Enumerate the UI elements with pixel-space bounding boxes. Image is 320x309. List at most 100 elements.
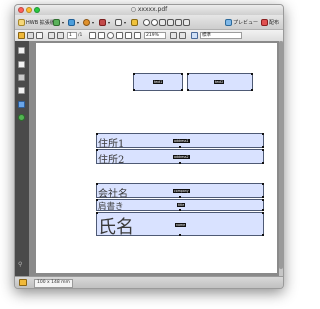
vertical-scrollbar[interactable]: [279, 41, 283, 276]
left-sidebar: ⚲: [15, 41, 29, 276]
resize-handle[interactable]: [96, 199, 98, 201]
form-field-company[interactable]: 会社名 company: [96, 183, 264, 200]
resize-handle[interactable]: [96, 183, 98, 185]
resize-handle[interactable]: [179, 162, 181, 164]
fit-page-icon[interactable]: [159, 19, 166, 26]
resize-handle[interactable]: [262, 183, 264, 185]
open-folder-icon[interactable]: [18, 32, 25, 39]
chevron-down-icon: ▾: [108, 20, 111, 25]
resize-handle[interactable]: [262, 212, 264, 214]
resize-handle[interactable]: [133, 89, 135, 91]
ruler-icon[interactable]: [125, 32, 132, 39]
field-name-tag: company: [173, 189, 190, 193]
grid-icon[interactable]: [175, 19, 182, 26]
scrollbar-thumb[interactable]: [279, 41, 283, 269]
zoom-out-icon[interactable]: [151, 19, 158, 26]
zoom-tools: [143, 18, 190, 27]
form-field-text2[interactable]: text2: [187, 73, 253, 91]
field-label: 肩書き: [98, 202, 124, 212]
field-label: 会社名: [98, 189, 128, 200]
resize-handle[interactable]: [133, 73, 135, 75]
page-size-readout: 100 x 148 mm: [34, 279, 73, 288]
print-icon[interactable]: [36, 32, 43, 39]
preview-label: プレビュー: [233, 20, 259, 26]
tool-mode-button[interactable]: HWB 拡張版: [18, 18, 55, 27]
stamp-tool-button[interactable]: [131, 18, 138, 27]
rectangle-icon: [115, 19, 122, 26]
tool-mode-icon: [18, 19, 25, 26]
bookmark-icon[interactable]: [18, 61, 25, 68]
page-number-input[interactable]: 1: [67, 32, 77, 39]
resize-handle[interactable]: [262, 209, 264, 211]
form-field-address2[interactable]: 住所2 address2: [96, 149, 264, 166]
info-icon[interactable]: [18, 114, 25, 121]
resize-handle[interactable]: [187, 89, 189, 91]
resize-handle[interactable]: [181, 89, 183, 91]
field-label: 住所1: [98, 139, 125, 150]
resize-handle[interactable]: [96, 133, 98, 135]
text-tool-icon: [53, 19, 60, 26]
shape-tool-button[interactable]: ▾: [115, 18, 126, 27]
chevron-down-icon: ▾: [77, 20, 80, 25]
hand-icon[interactable]: [98, 32, 105, 39]
zoom-in-icon[interactable]: [143, 19, 150, 26]
resize-handle[interactable]: [96, 149, 98, 151]
form-field-address1[interactable]: 住所1 address1: [96, 133, 264, 150]
crop-icon[interactable]: [134, 32, 141, 39]
select-icon[interactable]: [89, 32, 96, 39]
resize-handle[interactable]: [262, 162, 264, 164]
radio-tool-button[interactable]: ▾: [83, 18, 94, 27]
zoom-icon[interactable]: [107, 32, 114, 39]
distribute-label: 配布: [269, 20, 280, 26]
resize-handle[interactable]: [251, 73, 253, 75]
next-page-icon[interactable]: [57, 32, 64, 39]
style-select[interactable]: 標準: [200, 32, 242, 39]
form-field-title[interactable]: 肩書き title: [96, 199, 264, 212]
resize-handle[interactable]: [262, 199, 264, 201]
form-field-text1[interactable]: text1: [133, 73, 183, 91]
attachment-icon[interactable]: [18, 74, 25, 81]
preview-icon: [225, 19, 232, 26]
main-toolbar: HWB 拡張版 ▾ ▾ ▾ ▾ ▾ プレビュー 配布: [15, 15, 283, 30]
chevron-down-icon: ▾: [124, 20, 127, 25]
document-area: text1 text2 住所1 address1 住所2 address2 会社…: [29, 41, 283, 276]
field-name-tag: name: [175, 223, 187, 227]
resize-handle[interactable]: [251, 89, 253, 91]
folder-icon[interactable]: [19, 279, 27, 286]
resize-handle[interactable]: [262, 146, 264, 148]
checkbox-tool-button[interactable]: ▾: [68, 18, 79, 27]
status-bar: 100 x 148 mm: [15, 276, 283, 288]
resize-handle[interactable]: [179, 234, 181, 236]
resize-handle[interactable]: [262, 149, 264, 151]
draw-tool-button[interactable]: ▾: [99, 18, 110, 27]
resize-handle[interactable]: [262, 133, 264, 135]
resize-handle[interactable]: [179, 146, 181, 148]
distribute-button[interactable]: 配布: [261, 18, 279, 27]
rotate-right-icon[interactable]: [179, 32, 186, 39]
save-icon[interactable]: [27, 32, 34, 39]
search-icon[interactable]: ⚲: [18, 261, 25, 268]
resize-handle[interactable]: [187, 73, 189, 75]
preview-button[interactable]: プレビュー: [225, 18, 258, 27]
sidebar-toggle-icon[interactable]: [183, 19, 190, 26]
resize-handle[interactable]: [179, 196, 181, 198]
style-value: 標準: [202, 33, 211, 38]
stamp-icon: [131, 19, 138, 26]
pen-icon: [99, 19, 106, 26]
resize-handle[interactable]: [96, 212, 98, 214]
window-title: ○ xxxxx.pdf: [130, 6, 168, 13]
previous-page-icon[interactable]: [48, 32, 55, 39]
resize-handle[interactable]: [262, 234, 264, 236]
snapshot-icon[interactable]: [116, 32, 123, 39]
text-tool-button[interactable]: ▾: [53, 18, 64, 27]
zoom-select[interactable]: 219%: [144, 32, 166, 39]
pages-icon[interactable]: [18, 47, 25, 54]
resize-handle[interactable]: [179, 209, 181, 211]
fit-width-icon[interactable]: [167, 19, 174, 26]
layers-icon[interactable]: [18, 101, 25, 108]
resize-handle[interactable]: [181, 73, 183, 75]
form-field-name[interactable]: 氏名 name: [96, 212, 264, 238]
rotate-left-icon[interactable]: [170, 32, 177, 39]
resize-handle[interactable]: [262, 196, 264, 198]
signature-icon[interactable]: [18, 87, 25, 94]
